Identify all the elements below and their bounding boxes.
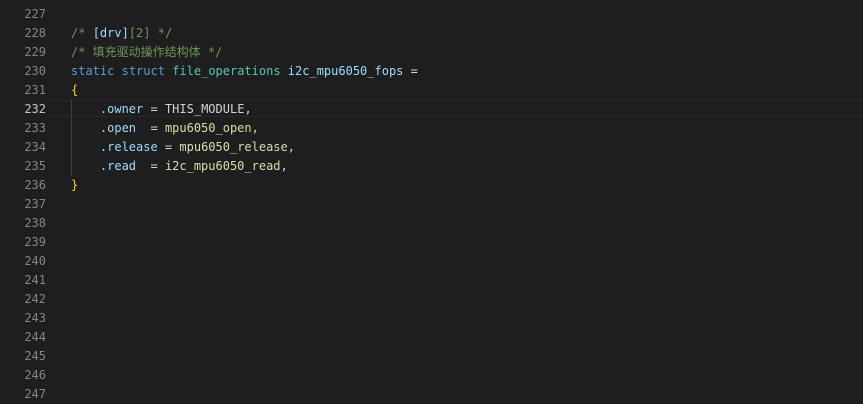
line-number: 245 [24,349,46,363]
line-number: 231 [24,83,46,97]
line-number: 246 [24,368,46,382]
line-number: 237 [24,197,46,211]
keyword-struct: struct [121,64,165,78]
comma: , [287,140,295,154]
assign-operator: = [157,140,180,154]
code-line-release: .release = mpu6050_release, [71,138,863,157]
line-number: 241 [24,273,46,287]
comma: , [251,121,259,135]
code-line-brace-close: } [71,176,863,195]
code-line-read: .read = i2c_mpu6050_read, [71,157,863,176]
line-number: 247 [24,387,46,401]
line-number: 239 [24,235,46,249]
code-line-declaration: static struct file_operations i2c_mpu605… [71,62,863,81]
comment-close: */ [150,26,173,40]
line-number: 243 [24,311,46,325]
line-number-active: 232 [24,102,46,116]
field-open: .open [99,121,137,135]
brace-close: } [71,178,79,192]
line-number: 235 [24,159,46,173]
field-read: .read [99,159,137,173]
line-number: 230 [24,64,46,78]
line-number: 238 [24,216,46,230]
comma: , [244,102,252,116]
code-line-open: .open = mpu6050_open, [71,119,863,138]
brace-open: { [71,83,79,97]
comment-open: /* [71,26,93,40]
comment-tag-num: [2] [128,26,151,40]
code-line-brace-open: { [71,81,863,100]
assign-operator: = [136,121,165,135]
assign-operator: = [143,102,165,116]
line-number: 233 [24,121,46,135]
line-number: 240 [24,254,46,268]
keyword-static: static [71,64,115,78]
field-owner: .owner [99,102,144,116]
line-number: 234 [24,140,46,154]
comment-text: /* 填充驱动操作结构体 */ [71,45,223,59]
value-open-fn: mpu6050_open [164,121,252,135]
variable-name: i2c_mpu6050_fops [287,64,404,78]
field-release: .release [99,140,158,154]
comment-tag-drv: [drv] [92,26,129,40]
line-number: 244 [24,330,46,344]
line-number: 229 [24,45,46,59]
line-number: 236 [24,178,46,192]
line-number: 228 [24,26,46,40]
code-line-comment: /* 填充驱动操作结构体 */ [71,43,863,62]
type-name: file_operations [172,64,281,78]
assign-operator: = [403,64,418,78]
code-line-comment-tag: /* [drv][2] */ [71,24,863,43]
code-editor[interactable]: 227 228 229 230 231 232 233 234 235 236 … [0,0,863,404]
code-line-owner: .owner = THIS_MODULE, [71,100,863,119]
assign-operator: = [136,159,165,173]
value-this-module: THIS_MODULE [164,102,245,116]
comma: , [280,159,288,173]
value-read-fn: i2c_mpu6050_read [164,159,281,173]
line-number: 227 [24,7,46,21]
line-number-gutter[interactable]: 227 228 229 230 231 232 233 234 235 236 … [0,5,46,404]
line-number: 242 [24,292,46,306]
value-release-fn: mpu6050_release [179,140,288,154]
code-area[interactable]: /* [drv][2] */ /* 填充驱动操作结构体 */ static st… [71,5,863,195]
